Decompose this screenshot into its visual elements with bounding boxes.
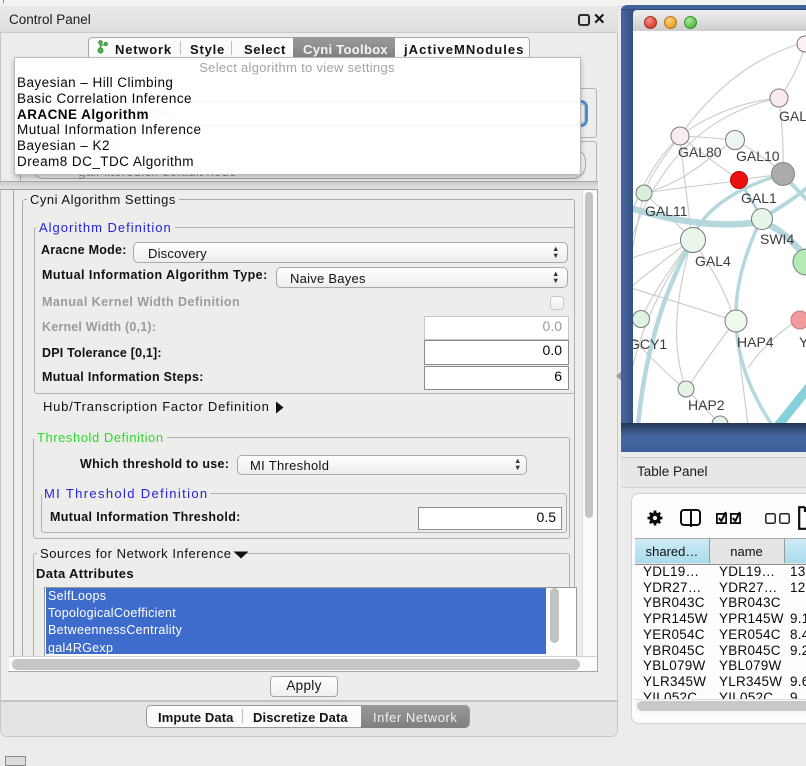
svg-text:GAL4: GAL4 — [695, 253, 731, 269]
svg-text:GCY1: GCY1 — [633, 336, 667, 352]
svg-text:GAL11: GAL11 — [645, 203, 688, 219]
svg-text:GAL1: GAL1 — [741, 190, 777, 206]
svg-text:Y: Y — [799, 334, 806, 350]
svg-text:SWI4: SWI4 — [760, 231, 794, 247]
svg-text:HAP4: HAP4 — [737, 334, 774, 350]
svg-text:HAP2: HAP2 — [688, 397, 725, 413]
svg-text:GAL10: GAL10 — [736, 148, 780, 164]
svg-text:GAL80: GAL80 — [678, 144, 722, 160]
svg-text:GAL: GAL — [779, 108, 806, 124]
